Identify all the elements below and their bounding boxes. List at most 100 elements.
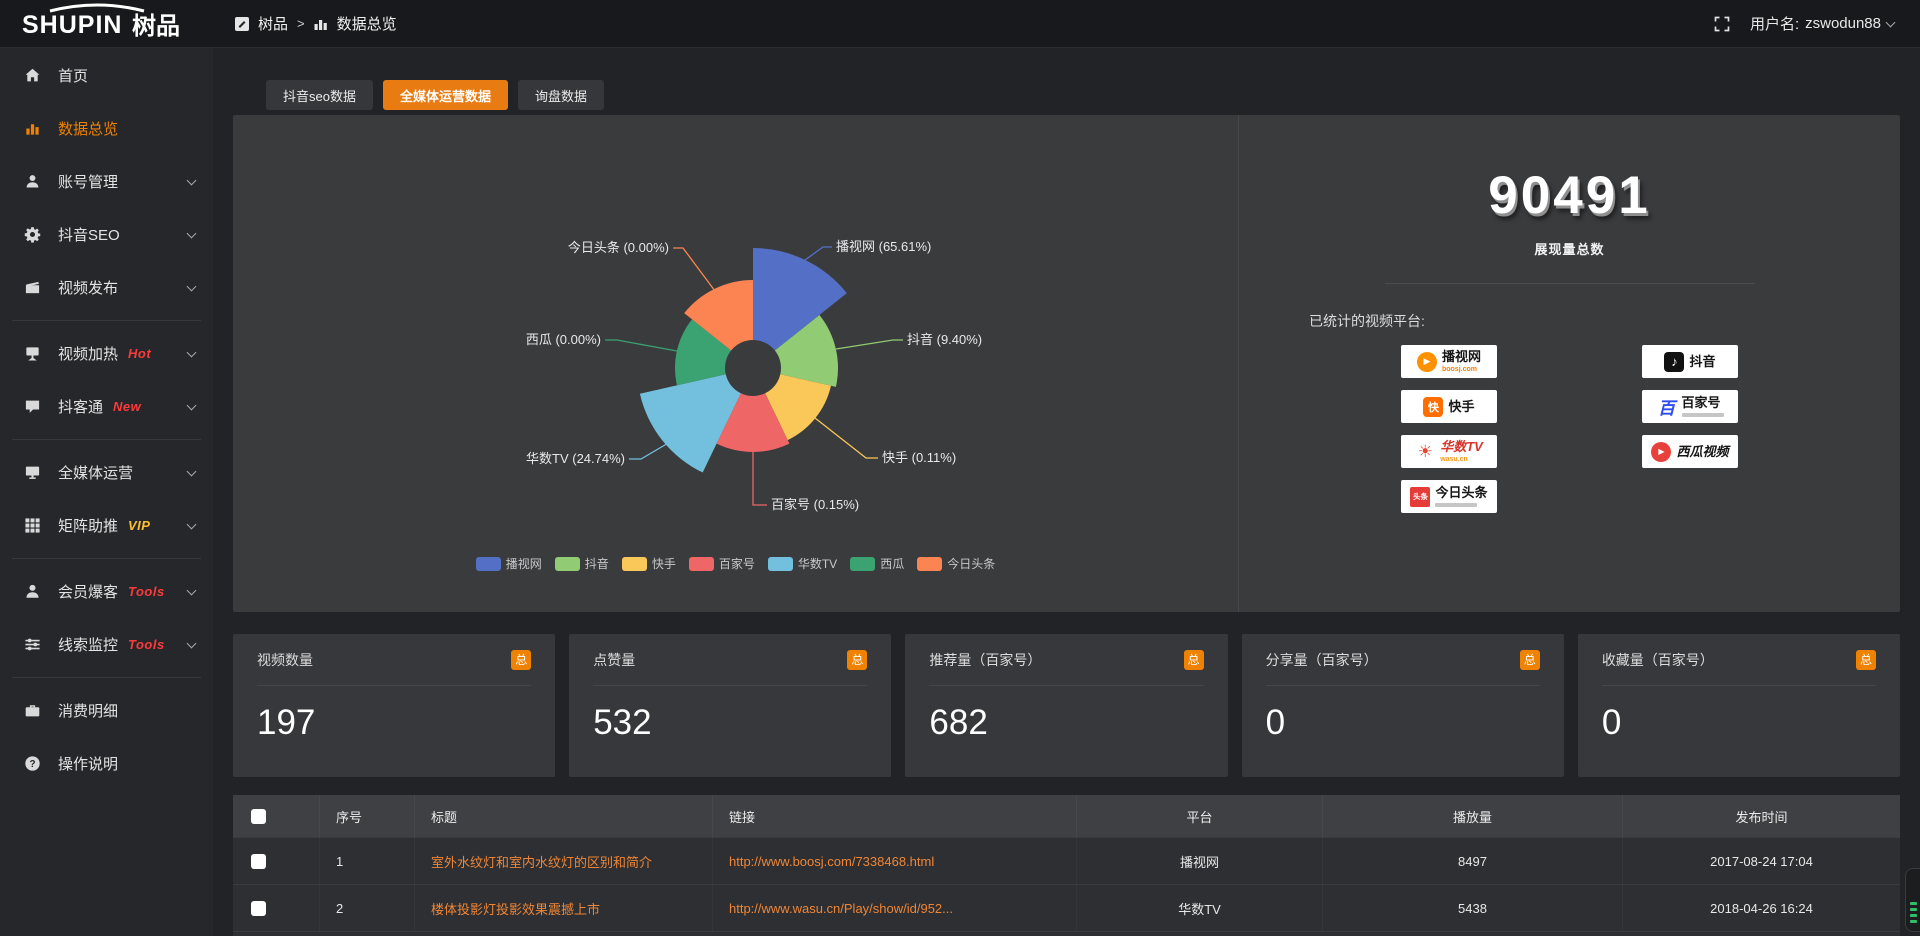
- sidebar-item-help[interactable]: ? 操作说明: [0, 737, 213, 790]
- legend-item-西瓜[interactable]: 西瓜: [850, 555, 904, 572]
- breadcrumb-separator: >: [297, 16, 305, 31]
- user-menu[interactable]: 用户名: zswodun88: [1750, 13, 1894, 34]
- sidebar-item-comment[interactable]: 抖客通 New: [0, 380, 213, 433]
- sidebar-item-user[interactable]: 账号管理: [0, 155, 213, 208]
- sidebar-item-label: 首页: [58, 65, 88, 86]
- stat-card-label: 分享量（百家号）: [1266, 650, 1378, 670]
- stat-card-total-badge: 总: [847, 650, 867, 670]
- app-logo: SHUPIN 树品: [0, 2, 213, 45]
- wallet-icon: [24, 702, 45, 719]
- stat-card-推荐量（百家号）: 推荐量（百家号）总682: [905, 634, 1227, 777]
- sidebar-item-member[interactable]: 会员爆客Tools: [0, 565, 213, 618]
- pie-label: 播视网 (65.61%): [836, 239, 931, 254]
- xigua-icon: ▶: [1651, 442, 1671, 462]
- top-bar: SHUPIN 树品 树品 > 数据总览 用户名: zswodun88: [0, 0, 1920, 48]
- platform-badge-今日头条: 头条今日头条: [1401, 480, 1497, 513]
- col-header: 链接: [712, 795, 1076, 837]
- cell-title[interactable]: 室外水纹灯和室内水纹灯的区别和简介: [414, 838, 712, 884]
- pie-label-line: [605, 340, 677, 351]
- sidebar-item-chart[interactable]: 数据总览: [0, 102, 213, 155]
- sliders-icon: [24, 636, 45, 653]
- sidebar-item-badge: New: [113, 399, 141, 414]
- sidebar-item-heat[interactable]: 视频加热Hot: [0, 327, 213, 380]
- legend-item-今日头条[interactable]: 今日头条: [917, 555, 995, 572]
- legend-item-百家号[interactable]: 百家号: [689, 555, 755, 572]
- platform-name: 西瓜视频: [1676, 445, 1728, 459]
- sidebar-item-gear[interactable]: 抖音SEO: [0, 208, 213, 261]
- pie-label-line: [753, 452, 767, 505]
- stat-card-value: 532: [593, 703, 867, 743]
- chevron-down-icon: [187, 519, 197, 529]
- legend-item-播视网[interactable]: 播视网: [476, 555, 542, 572]
- stat-card-label: 收藏量（百家号）: [1602, 650, 1714, 670]
- chart-legend: 播视网抖音快手百家号华数TV 西瓜今日头条: [233, 555, 1238, 572]
- legend-swatch: [768, 557, 793, 571]
- cell-title[interactable]: 楼体投影灯投影效果震撼上市: [414, 885, 712, 931]
- stat-card-点赞量: 点赞量总532: [569, 634, 891, 777]
- sidebar-item-label: 矩阵助推: [58, 515, 118, 536]
- legend-item-抖音[interactable]: 抖音: [555, 555, 609, 572]
- rose-pie-chart: 播视网 (65.61%)抖音 (9.40%)快手 (0.11%)百家号 (0.1…: [233, 115, 1238, 612]
- tab-全媒体运营数据[interactable]: 全媒体运营数据: [383, 80, 508, 110]
- chevron-down-icon: [187, 347, 197, 357]
- legend-item-华数TV[interactable]: 华数TV: [768, 555, 837, 572]
- sidebar-divider: [12, 320, 201, 321]
- sidebar-item-label: 视频发布: [58, 277, 118, 298]
- widget-bar: [1910, 902, 1917, 905]
- sidebar-item-sliders[interactable]: 线索监控Tools: [0, 618, 213, 671]
- stat-card-value: 682: [929, 703, 1203, 743]
- col-header: 标题: [414, 795, 712, 837]
- total-impressions-value: 90491: [1239, 165, 1900, 226]
- summary-panel: 90491 展现量总数 已统计的视频平台: ▶播视网boosj.com♪抖音快快…: [1238, 115, 1900, 612]
- stat-cards-row: 视频数量总197点赞量总532推荐量（百家号）总682分享量（百家号）总0收藏量…: [233, 634, 1900, 777]
- gear-icon: [24, 226, 45, 243]
- chevron-down-icon: [187, 466, 197, 476]
- sidebar-item-label: 消费明细: [58, 700, 118, 721]
- cell-platform: 华数TV: [1076, 885, 1322, 931]
- sidebar-item-monitor[interactable]: 全媒体运营: [0, 446, 213, 499]
- total-impressions-label: 展现量总数: [1239, 239, 1900, 258]
- pie-label: 华数TV (24.74%): [526, 451, 625, 466]
- pie-label-line: [805, 247, 832, 260]
- sidebar-item-label: 操作说明: [58, 753, 118, 774]
- pie-slice-华数TV[interactable]: [640, 374, 741, 472]
- chevron-down-icon: [187, 228, 197, 238]
- svg-text:?: ?: [29, 759, 35, 770]
- cell-link[interactable]: http://www.boosj.com/7338468.html: [712, 838, 1076, 884]
- chevron-down-icon: [187, 281, 197, 291]
- sidebar-item-wallet[interactable]: 消费明细: [0, 684, 213, 737]
- sidebar-item-label: 抖客通: [58, 396, 103, 417]
- grid-icon: [24, 517, 45, 534]
- member-icon: [24, 583, 45, 600]
- home-icon: [24, 67, 45, 84]
- stat-card-value: 197: [257, 703, 531, 743]
- pie-label: 西瓜 (0.00%): [526, 332, 601, 347]
- cell-platform: 播视网: [1076, 838, 1322, 884]
- sidebar-item-grid[interactable]: 矩阵助推VIP: [0, 499, 213, 552]
- cell-link[interactable]: http://www.wasu.cn/Play/show/id/952...: [712, 885, 1076, 931]
- widget-bar: [1910, 920, 1917, 923]
- legend-item-快手[interactable]: 快手: [622, 555, 676, 572]
- platform-name: 播视网: [1442, 350, 1481, 364]
- toutiao-icon: 头条: [1410, 487, 1430, 507]
- side-contact-widget[interactable]: [1905, 868, 1920, 932]
- widget-bar: [1910, 914, 1917, 917]
- tab-抖音seo数据[interactable]: 抖音seo数据: [266, 80, 373, 110]
- edit-note-icon: [235, 17, 249, 31]
- summary-divider: [1385, 283, 1755, 284]
- sidebar-item-home[interactable]: 首页: [0, 49, 213, 102]
- row-checkbox[interactable]: [251, 854, 266, 869]
- table-row: 1室外水纹灯和室内水纹灯的区别和简介http://www.boosj.com/7…: [233, 837, 1900, 884]
- breadcrumb-root[interactable]: 树品: [258, 13, 288, 34]
- tab-询盘数据[interactable]: 询盘数据: [518, 80, 604, 110]
- sidebar-item-video[interactable]: 视频发布: [0, 261, 213, 314]
- bar-chart-icon: [314, 17, 328, 31]
- legend-label: 播视网: [506, 555, 542, 572]
- user-icon: [24, 173, 45, 190]
- select-all-checkbox[interactable]: [251, 809, 266, 824]
- table-row: 2楼体投影灯投影效果震撼上市http://www.wasu.cn/Play/sh…: [233, 884, 1900, 931]
- row-checkbox[interactable]: [251, 901, 266, 916]
- fullscreen-icon[interactable]: [1714, 16, 1730, 32]
- sidebar-divider: [12, 558, 201, 559]
- chevron-down-icon: [187, 638, 197, 648]
